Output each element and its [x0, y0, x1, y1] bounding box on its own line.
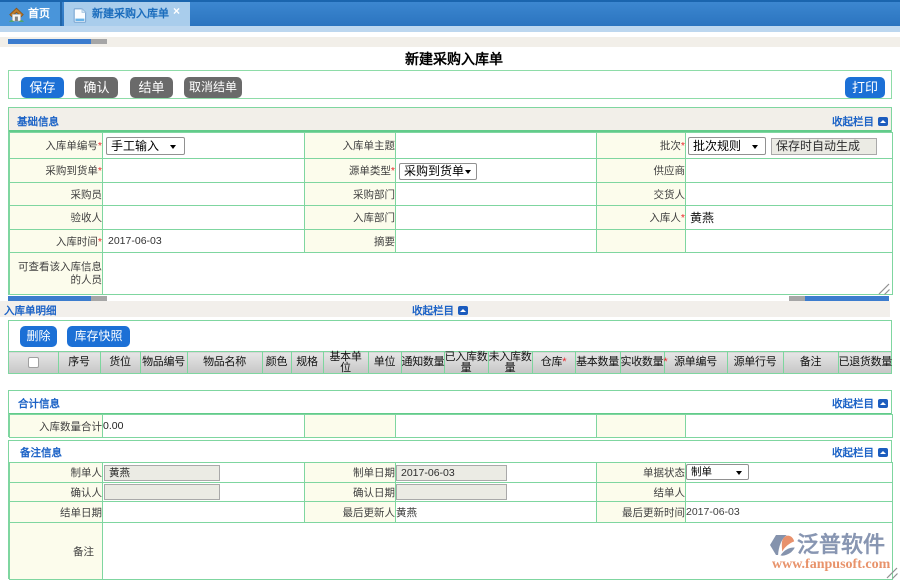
svg-text:www.fanpusoft.com: www.fanpusoft.com: [772, 557, 891, 572]
svg-text:泛普软件: 泛普软件: [797, 532, 885, 557]
